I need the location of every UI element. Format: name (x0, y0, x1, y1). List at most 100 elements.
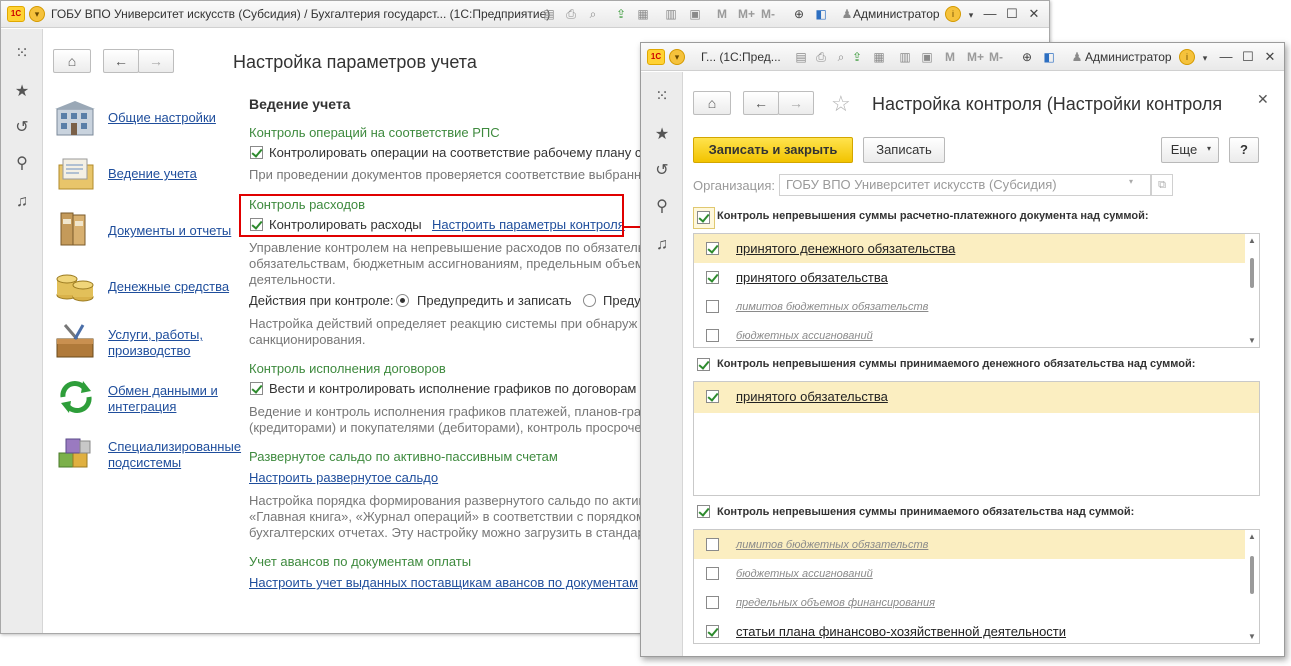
list-item[interactable]: принятого денежного обязательства (694, 234, 1245, 263)
save-icon[interactable]: ▤ (793, 49, 809, 65)
history-icon[interactable]: ↺ (653, 162, 671, 180)
item-label[interactable]: принятого обязательства (736, 389, 888, 404)
nav-label[interactable]: Обмен данными и интеграция (108, 383, 218, 415)
attach-icon[interactable]: ▦ (635, 6, 651, 22)
item-checkbox[interactable] (706, 329, 719, 342)
minimize-icon[interactable]: — (981, 5, 999, 23)
organization-open-icon[interactable]: ⧉ (1151, 174, 1173, 196)
group1-scrollbar[interactable]: ▲ ▼ (1245, 234, 1259, 347)
radio-warn-other[interactable] (583, 294, 596, 307)
search-icon[interactable]: ⚲ (653, 198, 671, 216)
nav-label[interactable]: Документы и отчеты (108, 223, 231, 239)
favorites-star-icon[interactable]: ★ (13, 83, 31, 101)
upload-icon[interactable]: ⇪ (613, 6, 629, 22)
preview-icon[interactable]: ⌕ (585, 6, 601, 22)
group2-checkbox[interactable] (697, 358, 710, 371)
list-item[interactable]: принятого обязательства (694, 263, 1245, 292)
save-and-close-button[interactable]: Записать и закрыть (693, 137, 853, 163)
list-item[interactable]: предельных объемов финансирования (694, 588, 1245, 617)
save-button[interactable]: Записать (863, 137, 945, 163)
zoom-icon[interactable]: ⊕ (1019, 49, 1035, 65)
save-icon[interactable]: ▤ (541, 6, 557, 22)
calculator-icon[interactable]: ▥ (897, 49, 913, 65)
item-label[interactable]: принятого обязательства (736, 270, 888, 285)
close-icon[interactable]: ✕ (1025, 5, 1043, 23)
scroll-up-icon[interactable]: ▲ (1248, 236, 1256, 245)
item-checkbox[interactable] (706, 271, 719, 284)
configure-advances-link[interactable]: Настроить учет выданных поставщикам аван… (249, 575, 638, 590)
organization-dropdown-icon[interactable]: ▾ (1129, 177, 1133, 186)
item-checkbox[interactable] (706, 538, 719, 551)
back-button[interactable]: ← (103, 49, 139, 73)
configure-balance-link[interactable]: Настроить развернутое сальдо (249, 470, 438, 485)
list-item[interactable]: лимитов бюджетных обязательств (694, 292, 1245, 321)
scroll-down-icon[interactable]: ▼ (1248, 632, 1256, 641)
item-checkbox[interactable] (706, 300, 719, 313)
scroll-down-icon[interactable]: ▼ (1248, 336, 1256, 345)
forward-button[interactable]: → (138, 49, 174, 73)
item-label[interactable]: принятого денежного обязательства (736, 241, 955, 256)
group3-checkbox[interactable] (697, 505, 710, 518)
favorites-star-icon[interactable]: ★ (653, 126, 671, 144)
memory-plus-button[interactable]: M+ (967, 50, 984, 64)
maximize-icon[interactable]: ☐ (1003, 5, 1021, 23)
item-label[interactable]: статьи плана финансово-хозяйственной дея… (736, 624, 1066, 639)
item-checkbox[interactable] (706, 242, 719, 255)
maximize-icon[interactable]: ☐ (1239, 48, 1257, 66)
forward-button[interactable]: → (778, 91, 814, 115)
main-menu-dropdown-icon[interactable]: ▾ (29, 6, 45, 22)
dialog-close-icon[interactable]: ✕ (1257, 91, 1269, 108)
print-icon[interactable]: ⎙ (813, 49, 829, 65)
scroll-thumb[interactable] (1250, 556, 1254, 594)
dialog-menu-dropdown-icon[interactable]: ▾ (669, 49, 685, 65)
search-icon[interactable]: ⚲ (13, 155, 31, 173)
info-icon[interactable]: i (1179, 49, 1195, 65)
item-label[interactable]: бюджетных ассигнований (736, 330, 873, 342)
nav-label[interactable]: Услуги, работы, производство (108, 327, 203, 359)
dialog-user-name[interactable]: Администратор (1085, 50, 1172, 64)
calendar-icon[interactable]: ▣ (687, 6, 703, 22)
memory-minus-button[interactable]: M- (761, 7, 775, 21)
history-icon[interactable]: ↺ (13, 119, 31, 137)
list-item[interactable]: бюджетных ассигнований (694, 321, 1245, 347)
back-button[interactable]: ← (743, 91, 779, 115)
apps-grid-icon[interactable]: ⁙ (653, 88, 671, 106)
help-button[interactable]: ? (1229, 137, 1259, 163)
close-icon[interactable]: ✕ (1261, 48, 1279, 66)
scroll-up-icon[interactable]: ▲ (1248, 532, 1256, 541)
list-item[interactable]: принятого обязательства (694, 382, 1259, 413)
nav-label[interactable]: Денежные средства (108, 279, 229, 295)
notifications-bell-icon[interactable]: ♫ (653, 236, 671, 254)
item-checkbox[interactable] (706, 625, 719, 638)
group3-scrollbar[interactable]: ▲ ▼ (1245, 530, 1259, 643)
contracts-control-checkbox[interactable] (250, 382, 263, 395)
rps-control-checkbox[interactable] (250, 146, 263, 159)
home-button[interactable]: ⌂ (53, 49, 91, 73)
notifications-bell-icon[interactable]: ♫ (13, 193, 31, 211)
info-dropdown-icon[interactable]: ▾ (1197, 50, 1213, 66)
panels-icon[interactable]: ◧ (813, 6, 829, 22)
zoom-icon[interactable]: ⊕ (791, 6, 807, 22)
panels-icon[interactable]: ◧ (1041, 49, 1057, 65)
item-label[interactable]: предельных объемов финансирования (736, 597, 935, 609)
group1-checkbox[interactable] (697, 211, 710, 224)
item-label[interactable]: бюджетных ассигнований (736, 568, 873, 580)
memory-m-button[interactable]: M (945, 50, 955, 64)
calendar-icon[interactable]: ▣ (919, 49, 935, 65)
preview-icon[interactable]: ⌕ (833, 49, 849, 65)
memory-plus-button[interactable]: M+ (738, 7, 755, 21)
list-item[interactable]: бюджетных ассигнований (694, 559, 1245, 588)
item-label[interactable]: лимитов бюджетных обязательств (736, 301, 928, 313)
item-label[interactable]: лимитов бюджетных обязательств (736, 539, 928, 551)
attach-icon[interactable]: ▦ (871, 49, 887, 65)
item-checkbox[interactable] (706, 596, 719, 609)
apps-grid-icon[interactable]: ⁙ (13, 45, 31, 63)
memory-m-button[interactable]: M (717, 7, 727, 21)
organization-field[interactable]: ГОБУ ВПО Университет искусств (Субсидия) (779, 174, 1151, 196)
item-checkbox[interactable] (706, 567, 719, 580)
scroll-thumb[interactable] (1250, 258, 1254, 288)
list-item[interactable]: статьи плана финансово-хозяйственной дея… (694, 617, 1245, 643)
main-user-name[interactable]: Администратор (853, 7, 940, 21)
info-icon[interactable]: i (945, 6, 961, 22)
home-button[interactable]: ⌂ (693, 91, 731, 115)
